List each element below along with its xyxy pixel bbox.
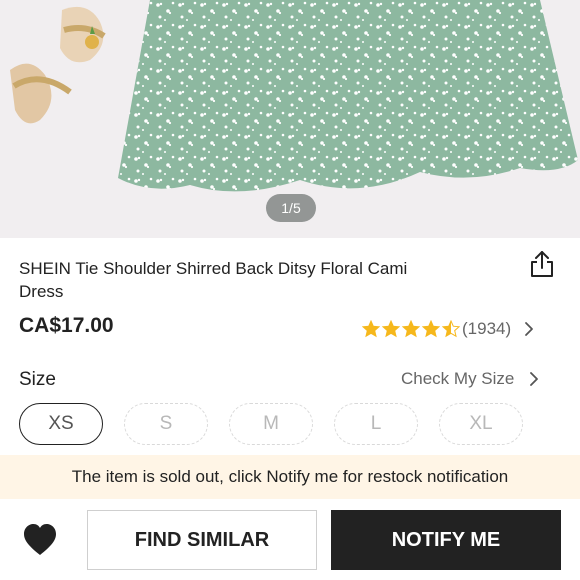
sold-out-notice: The item is sold out, click Notify me fo… xyxy=(0,455,580,499)
size-label: Size xyxy=(19,369,56,390)
product-image-carousel[interactable]: 1/5 xyxy=(0,0,580,238)
size-option-s[interactable]: S xyxy=(124,403,208,445)
rating-stars xyxy=(362,320,460,338)
rating-reviews-link[interactable]: (1934) xyxy=(362,316,535,342)
star-icon xyxy=(442,320,460,338)
star-icon xyxy=(362,320,380,338)
check-my-size-label: Check My Size xyxy=(401,369,515,388)
product-title: SHEIN Tie Shoulder Shirred Back Ditsy Fl… xyxy=(19,259,408,301)
image-counter: 1/5 xyxy=(266,194,316,222)
review-count: (1934) xyxy=(462,319,512,338)
size-option-xs[interactable]: XS xyxy=(19,403,103,445)
notify-me-button[interactable]: NOTIFY ME xyxy=(331,510,561,570)
product-price: CA$17.00 xyxy=(19,314,114,337)
size-option-m[interactable]: M xyxy=(229,403,313,445)
heart-icon[interactable] xyxy=(22,523,58,557)
size-option-xl[interactable]: XL xyxy=(439,403,523,445)
share-icon[interactable] xyxy=(526,248,558,280)
star-icon xyxy=(382,320,400,338)
size-option-l[interactable]: L xyxy=(334,403,418,445)
star-icon xyxy=(402,320,420,338)
chevron-right-icon xyxy=(530,372,539,386)
star-icon xyxy=(422,320,440,338)
find-similar-button[interactable]: FIND SIMILAR xyxy=(87,510,317,570)
chevron-right-icon xyxy=(525,322,534,336)
check-my-size-link[interactable]: Check My Size xyxy=(401,369,540,389)
